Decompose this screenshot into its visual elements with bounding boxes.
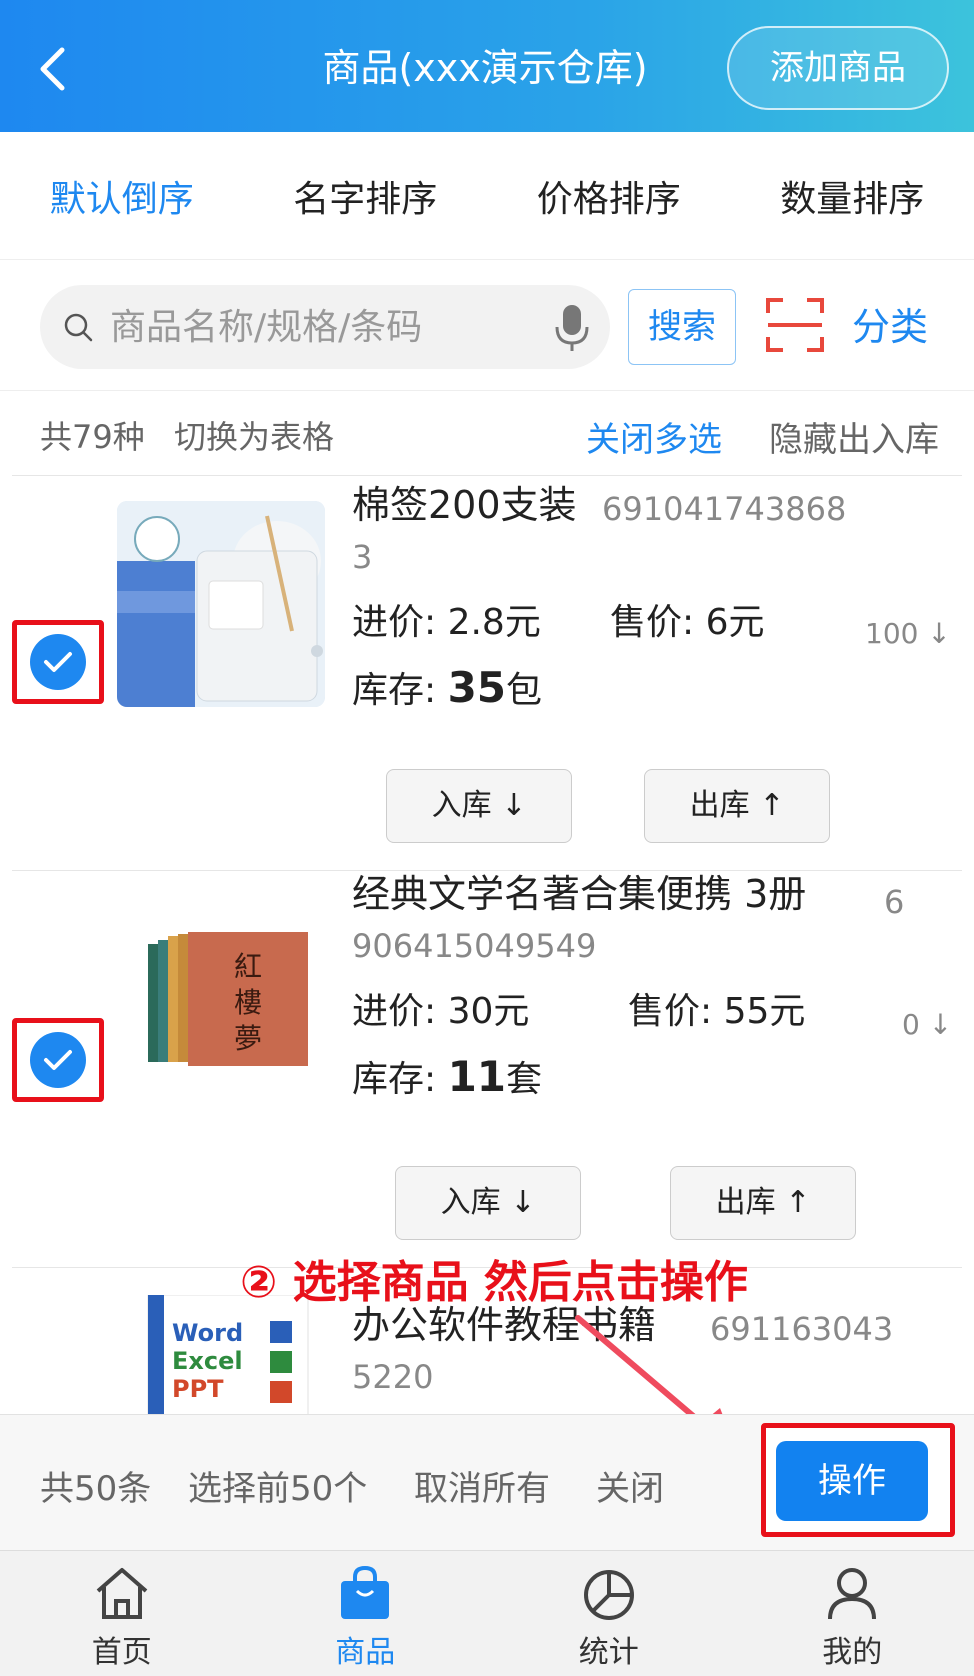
item-checkbox[interactable]	[12, 620, 104, 704]
tab-products[interactable]: 商品	[244, 1551, 488, 1676]
svg-text:紅: 紅	[234, 950, 262, 983]
product-image[interactable]: Word Excel PPT	[142, 1295, 314, 1415]
item-barcode: 6	[884, 883, 905, 921]
sale-price: 售价: 55元	[628, 991, 806, 1032]
cost-price: 进价: 30元	[352, 991, 530, 1032]
cost-price: 进价: 2.8元	[352, 602, 541, 643]
tab-sort-price[interactable]: 价格排序	[487, 170, 731, 222]
tab-sort-default[interactable]: 默认倒序	[0, 170, 244, 222]
search-button[interactable]: 搜索	[628, 289, 736, 365]
tab-mine[interactable]: 我的	[731, 1551, 974, 1676]
checkmark-icon	[30, 634, 86, 690]
svg-text:PPT: PPT	[172, 1375, 224, 1403]
close-selection-button[interactable]: 关闭	[596, 1461, 664, 1510]
checkmark-icon	[30, 1032, 86, 1088]
tab-sort-name[interactable]: 名字排序	[244, 170, 488, 222]
stock-in-button[interactable]: 入库 ↓	[386, 769, 572, 843]
tab-label: 首页	[91, 1635, 152, 1670]
item-barcode: 691041743868	[602, 490, 847, 528]
search-row: 搜索 分类	[0, 261, 974, 391]
add-product-button[interactable]: 添加商品	[727, 26, 949, 110]
hide-inout-link[interactable]: 隐藏出入库	[769, 412, 939, 461]
chevron-left-icon	[40, 47, 65, 91]
stock-number: 35	[447, 663, 507, 712]
stock-info: 库存: 35包	[352, 661, 542, 713]
page-title: 商品(xxx演示仓库)	[322, 46, 648, 90]
pie-chart-icon	[583, 1570, 634, 1620]
tab-label: 我的	[822, 1635, 883, 1670]
search-box	[40, 285, 610, 369]
product-image[interactable]: 紅 樓 夢	[142, 928, 314, 1078]
svg-text:樓: 樓	[234, 986, 262, 1019]
stock-number: 11	[447, 1052, 507, 1101]
sort-tabs: 默认倒序 名字排序 价格排序 数量排序	[0, 132, 974, 260]
stock-unit: 套	[506, 1059, 543, 1100]
tab-statistics[interactable]: 统计	[487, 1551, 731, 1676]
bottom-tab-bar: 首页 商品 统计 我的	[0, 1550, 974, 1676]
svg-text:Word: Word	[172, 1319, 243, 1347]
stock-out-button[interactable]: 出库 ↑	[644, 769, 830, 843]
item-barcode-cont: 906415049549	[352, 927, 597, 965]
scan-icon[interactable]	[765, 297, 825, 353]
stock-out-button[interactable]: 出库 ↑	[670, 1166, 856, 1240]
operate-button[interactable]: 操作	[776, 1441, 928, 1521]
sale-price: 售价: 6元	[610, 602, 765, 643]
svg-text:夢: 夢	[234, 1022, 262, 1055]
product-image[interactable]	[117, 501, 325, 707]
stock-label: 库存:	[352, 1059, 448, 1100]
stock-unit: 包	[506, 670, 543, 711]
item-barcode-cont: 5220	[352, 1358, 434, 1396]
search-input[interactable]	[110, 285, 530, 369]
user-icon	[828, 1568, 877, 1620]
switch-table-view[interactable]: 切换为表格	[174, 412, 334, 458]
quick-count[interactable]: 0 ↓	[902, 1008, 952, 1041]
tab-label: 统计	[578, 1635, 639, 1670]
item-name: 棉签200支装	[352, 483, 577, 527]
stock-info: 库存: 11套	[352, 1050, 542, 1102]
select-first-50-button[interactable]: 选择前50个	[188, 1461, 367, 1510]
tab-sort-quantity[interactable]: 数量排序	[731, 170, 974, 222]
item-name: 经典文学名著合集便携 3册	[352, 872, 807, 916]
selected-total: 共50条	[40, 1469, 152, 1509]
shopping-bag-icon	[341, 1565, 390, 1619]
item-barcode-cont: 3	[352, 538, 373, 576]
svg-text:Excel: Excel	[172, 1347, 243, 1375]
search-icon	[64, 313, 93, 342]
stock-in-button[interactable]: 入库 ↓	[395, 1166, 581, 1240]
stock-label: 库存:	[352, 670, 448, 711]
home-icon	[96, 1568, 148, 1619]
list-item: 棉签200支装 691041743868 3 进价: 2.8元 售价: 6元 1…	[12, 477, 962, 871]
list-info-row: 共79种 切换为表格 关闭多选 隐藏出入库	[12, 392, 962, 476]
microphone-icon[interactable]	[552, 303, 592, 353]
item-checkbox[interactable]	[12, 1018, 104, 1102]
back-button[interactable]	[30, 42, 74, 96]
item-count: 共79种	[40, 418, 145, 456]
close-multiselect-link[interactable]: 关闭多选	[586, 412, 722, 461]
list-item: 紅 樓 夢 经典文学名著合集便携 3册 6 906415049549 进价: 3…	[12, 872, 962, 1268]
app-header: 商品(xxx演示仓库) 添加商品	[0, 0, 974, 132]
category-link[interactable]: 分类	[852, 297, 928, 357]
cancel-all-button[interactable]: 取消所有	[414, 1461, 550, 1510]
quick-count[interactable]: 100 ↓	[865, 617, 951, 650]
tab-label: 商品	[335, 1635, 396, 1670]
tab-home[interactable]: 首页	[0, 1551, 244, 1676]
operate-highlight: 操作	[761, 1423, 955, 1537]
